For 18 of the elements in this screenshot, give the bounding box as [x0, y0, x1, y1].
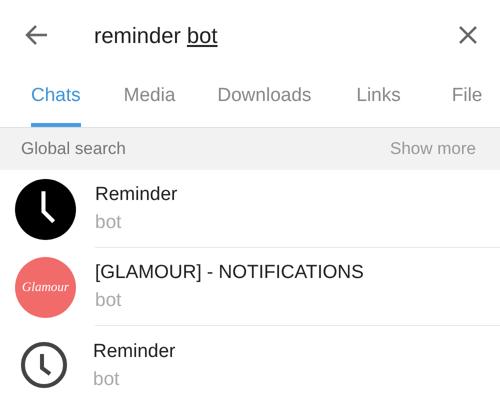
- chat-name: Reminder: [93, 342, 176, 360]
- section-title: Global search: [21, 138, 126, 160]
- search-field[interactable]: reminder bot: [94, 18, 458, 52]
- chat-subtitle: bot: [95, 213, 122, 232]
- back-icon[interactable]: [25, 24, 49, 46]
- tab[interactable]: Links: [356, 82, 401, 127]
- chat-name: [GLAMOUR] - NOTIFICATIONS: [95, 263, 365, 282]
- clock-icon: [20, 341, 68, 389]
- chat-subtitle: bot: [95, 291, 122, 310]
- logo-avatar: Glamour: [15, 256, 76, 318]
- close-icon[interactable]: [458, 25, 478, 45]
- clock-avatar-icon: [15, 178, 76, 240]
- tab[interactable]: Media: [124, 82, 176, 127]
- chat-name: Reminder: [95, 185, 178, 204]
- chat-subtitle: bot: [93, 370, 120, 388]
- tab[interactable]: Downloads: [217, 82, 312, 127]
- show-more-link[interactable]: Show more: [390, 136, 476, 162]
- tab[interactable]: File: [452, 82, 482, 127]
